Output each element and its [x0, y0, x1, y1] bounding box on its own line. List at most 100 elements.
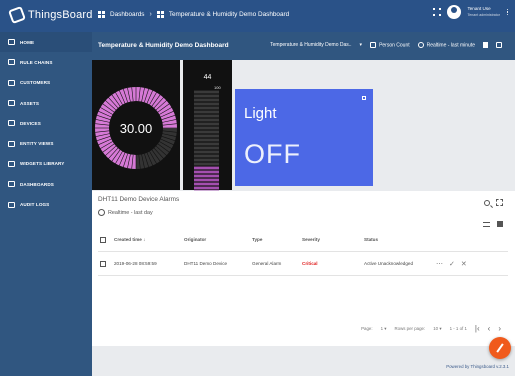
- fullscreen-icon[interactable]: [433, 8, 442, 16]
- cell-type: General Alarm: [252, 261, 282, 266]
- humidity-bar-filled-segment: [194, 186, 219, 190]
- widgets-library-icon: [8, 160, 15, 167]
- next-page-icon[interactable]: ›: [498, 324, 501, 333]
- fullscreen-icon[interactable]: [496, 42, 502, 49]
- gauge-chart: 30.00: [95, 87, 177, 169]
- sidebar-item-devices[interactable]: DEVICES: [0, 113, 92, 133]
- clock-icon: [417, 42, 424, 48]
- column-header-type[interactable]: Type: [250, 237, 300, 242]
- sidebar-item-label: WIDGETS LIBRARY: [20, 161, 65, 167]
- cell-created: 2019-06-28 08:59:59: [114, 261, 157, 266]
- sidebar-item-widgets-library[interactable]: WIDGETS LIBRARY: [0, 154, 92, 174]
- row-checkbox[interactable]: [100, 260, 106, 267]
- humidity-bar-empty-segment: [194, 138, 219, 142]
- brand-name: ThingsBoard: [28, 9, 93, 21]
- clear-icon[interactable]: ✕: [461, 260, 467, 268]
- breadcrumb-dashboards[interactable]: Dashboards: [110, 11, 144, 18]
- row-actions: ⋯ ✓ ✕: [434, 260, 494, 268]
- toolbar-actions: Temperature & Humidity Demo Das.. ▾ Pers…: [270, 42, 505, 48]
- sidebar-item-dashboards[interactable]: DASHBOARDS: [0, 174, 92, 194]
- acknowledge-icon[interactable]: ✓: [449, 260, 455, 268]
- dashboard-icon: [156, 11, 164, 18]
- columns-icon[interactable]: [497, 221, 503, 227]
- alarms-table: Created time ↓ Originator Type Severity …: [98, 228, 508, 276]
- user-name: Tenant Use: [467, 6, 491, 11]
- light-label: Light: [244, 105, 277, 122]
- first-page-icon[interactable]: |‹: [475, 324, 480, 333]
- alarms-header-actions: [484, 199, 503, 206]
- home-icon: [8, 39, 15, 46]
- sidebar: HOME RULE CHAINS CUSTOMERS ASSETS DEVICE…: [0, 32, 92, 376]
- alarms-period[interactable]: Realtime - last day: [98, 209, 153, 216]
- humidity-bar-filled-segment: [194, 166, 219, 170]
- avatar[interactable]: [447, 5, 462, 19]
- edit-dashboard-button[interactable]: [489, 337, 511, 359]
- download-icon[interactable]: [483, 42, 488, 49]
- fullscreen-icon[interactable]: [496, 199, 503, 206]
- sidebar-item-assets[interactable]: ASSETS: [0, 93, 92, 113]
- prev-page-icon[interactable]: ‹: [488, 324, 491, 333]
- filter-icon[interactable]: [483, 221, 490, 227]
- pagination: Page: 1 ▾ Rows per page: 10 ▾ 1 - 1 of 1…: [361, 324, 501, 333]
- cell-originator: DHT11 Demo Device: [184, 261, 228, 266]
- rows-per-page-value: 10: [433, 325, 439, 331]
- sidebar-item-label: ENTITY VIEWS: [20, 141, 54, 147]
- sidebar-item-home[interactable]: HOME: [0, 32, 92, 53]
- humidity-bar-empty-segment: [194, 134, 219, 138]
- dashboard-toolbar: Temperature & Humidity Demo Dashboard Te…: [92, 32, 515, 60]
- select-all-checkbox[interactable]: [100, 236, 106, 243]
- cell-severity: Critical: [302, 261, 318, 266]
- sidebar-item-rule-chains[interactable]: RULE CHAINS: [0, 52, 92, 72]
- sidebar-item-entity-views[interactable]: ENTITY VIEWS: [0, 133, 92, 153]
- humidity-bar-filled-segment: [194, 170, 219, 174]
- humidity-bar-empty-segment: [194, 162, 219, 166]
- sidebar-item-label: CUSTOMERS: [20, 80, 51, 86]
- dashboards-icon: [8, 181, 15, 188]
- dashboards-icon: [98, 11, 105, 18]
- user-role: Tenant administrator: [467, 13, 500, 17]
- humidity-bar-empty-segment: [194, 102, 219, 106]
- sidebar-item-label: ASSETS: [20, 100, 39, 106]
- devices-icon: [8, 120, 15, 127]
- search-icon[interactable]: [484, 199, 490, 206]
- breadcrumb-current-dashboard: Temperature & Humidity Demo Dashboard: [168, 11, 290, 18]
- humidity-bar-empty-segment: [194, 118, 219, 122]
- column-header-severity[interactable]: Severity: [300, 237, 362, 242]
- table-row[interactable]: 2019-06-28 08:59:59 DHT11 Demo Device Ge…: [98, 252, 508, 276]
- person-count-button[interactable]: Person Count: [370, 42, 410, 48]
- humidity-bar-empty-segment: [194, 94, 219, 98]
- column-header-originator[interactable]: Originator: [182, 237, 250, 242]
- humidity-bar-empty-segment: [194, 122, 219, 126]
- sidebar-item-label: HOME: [20, 39, 35, 45]
- gauge-widget: 30.00: [92, 60, 180, 190]
- humidity-bar-empty-segment: [194, 126, 219, 130]
- app-root: ThingsBoard Dashboards › Temperature & H…: [0, 0, 515, 376]
- more-vert-icon[interactable]: [506, 8, 509, 16]
- entity-selector[interactable]: Temperature & Humidity Demo Das.. ▾: [270, 42, 362, 48]
- breadcrumb: Dashboards › Temperature & Humidity Demo…: [98, 11, 289, 18]
- entity-alias-icon: [370, 42, 377, 48]
- rows-per-page-select[interactable]: 10 ▾: [433, 326, 441, 332]
- column-header-created[interactable]: Created time ↓: [112, 237, 182, 242]
- widget-menu-icon[interactable]: [362, 96, 366, 100]
- light-widget: Light OFF: [235, 89, 373, 186]
- humidity-bar-filled-segment: [194, 182, 219, 186]
- sidebar-item-audit-logs[interactable]: AUDIT LOGS: [0, 194, 92, 214]
- gauge-value: 30.00: [120, 121, 153, 136]
- person-count-label: Person Count: [379, 42, 410, 49]
- more-horiz-icon[interactable]: ⋯: [436, 260, 443, 268]
- humidity-bar-filled-segment: [194, 178, 219, 182]
- humidity-bar-empty-segment: [194, 114, 219, 118]
- humidity-bar-empty-segment: [194, 90, 219, 94]
- humidity-bar-empty-segment: [194, 142, 219, 146]
- column-header-status[interactable]: Status: [362, 237, 434, 242]
- column-header-label: Created time: [114, 237, 142, 242]
- page-select[interactable]: 1 ▾: [381, 326, 387, 332]
- brand-logo[interactable]: ThingsBoard: [8, 6, 93, 24]
- chevron-right-icon: ›: [149, 11, 152, 18]
- sidebar-item-customers[interactable]: CUSTOMERS: [0, 73, 92, 93]
- alarms-period-label: Realtime - last day: [108, 209, 153, 216]
- timewindow-button[interactable]: Realtime - last minute: [417, 42, 475, 48]
- page-range: 1 - 1 of 1: [449, 326, 467, 331]
- light-value: OFF: [244, 139, 301, 169]
